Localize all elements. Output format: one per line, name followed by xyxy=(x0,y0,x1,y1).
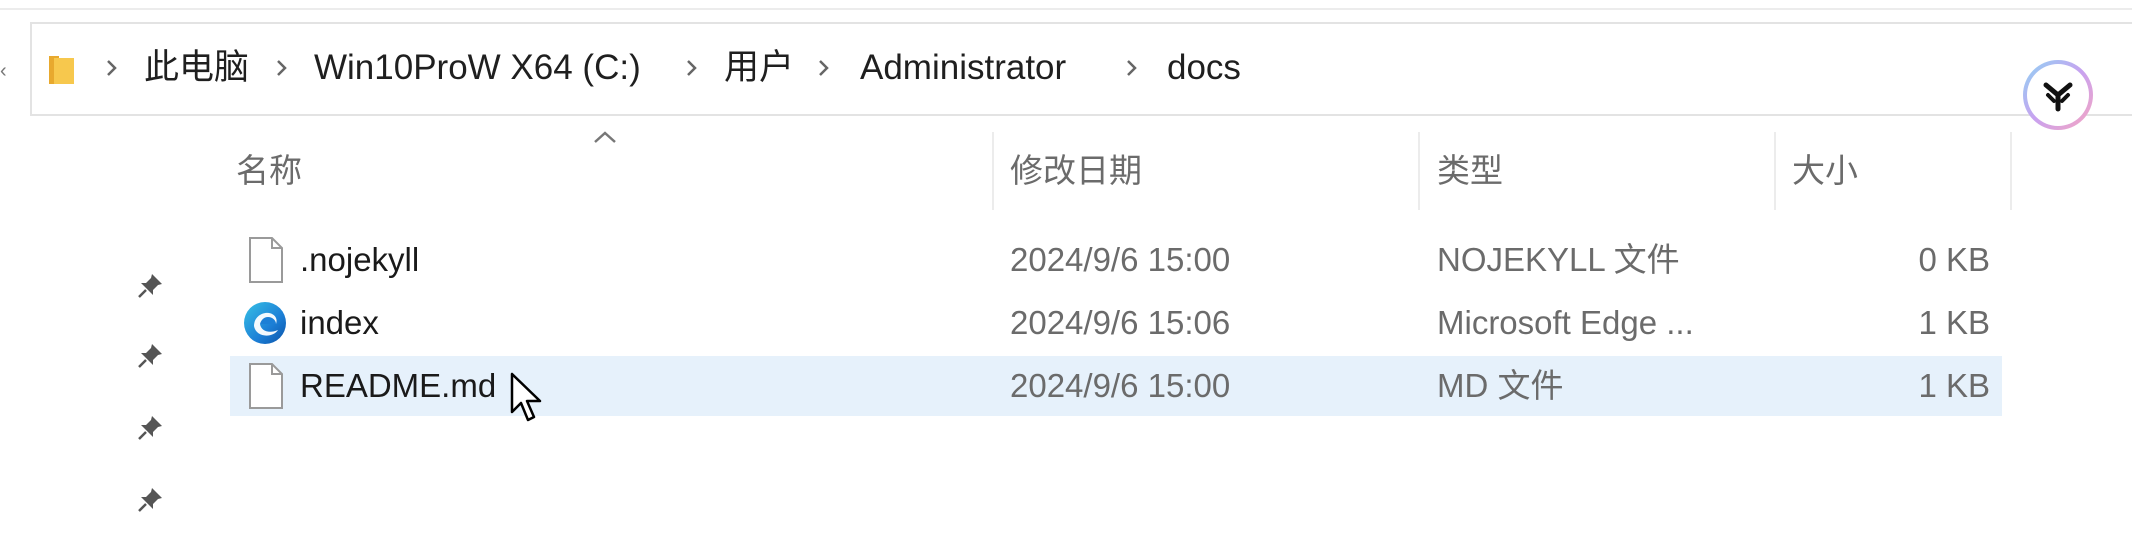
edge-icon xyxy=(244,302,286,344)
file-type: Microsoft Edge ... xyxy=(1437,304,1694,341)
pin-icon[interactable] xyxy=(134,270,166,302)
chevron-left-icon: ‹ xyxy=(0,60,7,82)
file-row-readme[interactable]: README.md 2024/9/6 15:00 MD 文件 1 KB xyxy=(230,356,2002,416)
chevron-right-icon[interactable] xyxy=(102,48,122,88)
file-type: NOJEKYLL 文件 xyxy=(1437,241,1680,278)
file-name[interactable]: .nojekyll xyxy=(300,230,419,290)
column-divider[interactable] xyxy=(1774,132,1776,210)
breadcrumb-docs[interactable]: docs xyxy=(1167,46,1241,90)
chevron-right-icon[interactable] xyxy=(272,48,292,88)
file-modified: 2024/9/6 15:00 xyxy=(1010,367,1231,404)
file-modified: 2024/9/6 15:06 xyxy=(1010,304,1231,341)
file-size: 1 KB xyxy=(1918,304,1990,341)
blank-file-icon xyxy=(249,363,283,409)
file-name[interactable]: index xyxy=(300,293,379,353)
chevron-right-icon[interactable] xyxy=(682,48,702,88)
column-header-size[interactable]: 大小 xyxy=(1792,146,1858,196)
file-name[interactable]: README.md xyxy=(300,356,496,416)
pin-icon[interactable] xyxy=(134,340,166,372)
mouse-cursor-icon xyxy=(510,372,542,422)
breadcrumb-administrator[interactable]: Administrator xyxy=(860,46,1066,90)
file-modified: 2024/9/6 15:00 xyxy=(1010,241,1231,278)
file-size: 0 KB xyxy=(1918,241,1990,278)
blank-file-icon xyxy=(249,237,283,283)
folder-icon xyxy=(49,56,74,84)
file-row-index[interactable]: index 2024/9/6 15:06 Microsoft Edge ... … xyxy=(230,293,2002,353)
pin-icon[interactable] xyxy=(134,412,166,444)
chevron-right-icon[interactable] xyxy=(1122,48,1142,88)
column-divider[interactable] xyxy=(1418,132,1420,210)
sort-ascending-icon xyxy=(594,131,616,143)
breadcrumb-drive-c[interactable]: Win10ProW X64 (C:) xyxy=(314,46,641,90)
app-logo-badge xyxy=(2023,60,2093,130)
chevron-right-icon[interactable] xyxy=(814,48,834,88)
column-header-modified[interactable]: 修改日期 xyxy=(1010,146,1142,196)
column-divider[interactable] xyxy=(992,132,994,210)
file-type: MD 文件 xyxy=(1437,367,1564,404)
file-size: 1 KB xyxy=(1918,367,1990,404)
file-row-nojekyll[interactable]: .nojekyll 2024/9/6 15:00 NOJEKYLL 文件 0 K… xyxy=(230,230,2002,290)
breadcrumb-this-pc[interactable]: 此电脑 xyxy=(144,46,249,90)
column-header-type[interactable]: 类型 xyxy=(1437,146,1503,196)
logo-icon xyxy=(2043,82,2073,112)
breadcrumb-users[interactable]: 用户 xyxy=(724,46,794,90)
column-divider[interactable] xyxy=(2010,132,2012,210)
pin-icon[interactable] xyxy=(134,484,166,516)
window-top-edge xyxy=(0,8,2132,10)
address-bar[interactable]: 此电脑 Win10ProW X64 (C:) 用户 Administrator … xyxy=(30,22,2132,116)
column-header-name[interactable]: 名称 xyxy=(236,146,302,196)
